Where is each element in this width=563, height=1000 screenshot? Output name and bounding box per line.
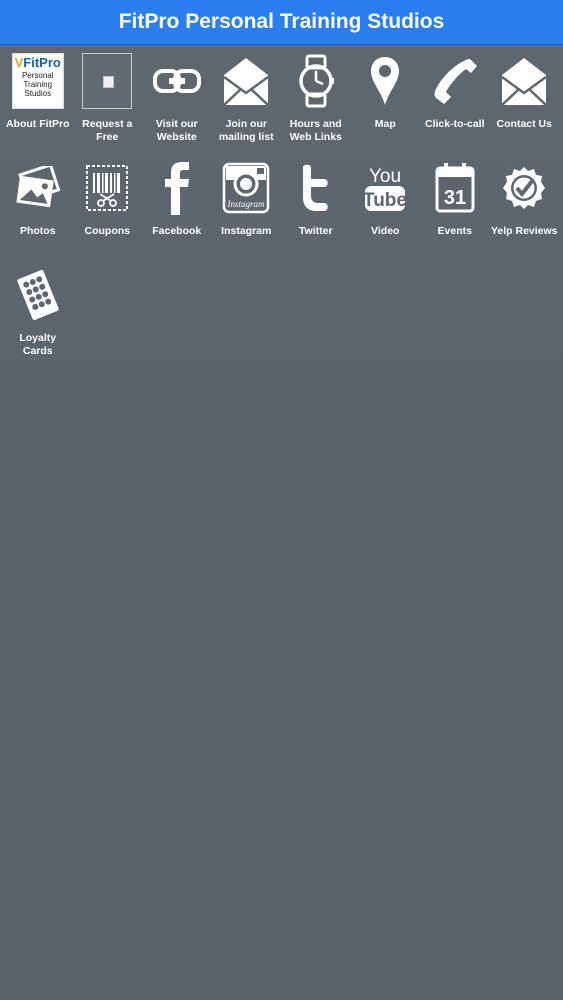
- tile-label: Coupons: [84, 225, 131, 237]
- twitter-icon: [289, 159, 343, 217]
- tile-coupons[interactable]: Coupons: [73, 159, 143, 266]
- envelope-icon: [219, 52, 273, 110]
- logo-sub-studios: Studios: [24, 89, 52, 98]
- tile-about-fitpro[interactable]: VFitPro Personal Training Studios About Fi…: [3, 52, 73, 159]
- tile-instagram[interactable]: Instagram Instagram: [212, 159, 282, 266]
- tile-label: Request a Free: [82, 118, 133, 143]
- tile-label: About FitPro: [5, 118, 70, 130]
- loyalty-card-icon: [11, 266, 65, 324]
- fitpro-logo-icon: VFitPro Personal Training Studios: [11, 52, 65, 110]
- tile-events[interactable]: 31 Events: [420, 159, 490, 266]
- tile-hours-links[interactable]: Hours and Web Links: [281, 52, 351, 159]
- calendar-icon: 31: [428, 159, 482, 217]
- tile-map[interactable]: Map: [351, 52, 421, 159]
- instagram-wordmark: Instagram: [227, 199, 266, 209]
- watch-icon: [289, 52, 343, 110]
- map-pin-icon: [358, 52, 412, 110]
- calendar-day: 31: [444, 187, 466, 209]
- tile-label: Instagram: [221, 225, 272, 237]
- instagram-icon: Instagram: [219, 159, 273, 217]
- tile-label: Photos: [19, 225, 56, 237]
- logo-sub-training: Training: [23, 80, 53, 89]
- tile-label: Map: [374, 118, 396, 130]
- tile-mailing-list[interactable]: Join our mailing list: [212, 52, 282, 159]
- tile-label: Facebook: [152, 225, 202, 237]
- tile-contact-us[interactable]: Contact Us: [490, 52, 560, 159]
- tile-label: Video: [371, 225, 400, 237]
- tile-video[interactable]: You Tube Video: [351, 159, 421, 266]
- tile-label: Events: [437, 225, 472, 237]
- tile-label: Click-to-call: [424, 118, 485, 130]
- tile-visit-website[interactable]: Visit our Website: [142, 52, 212, 159]
- tile-label: Yelp Reviews: [490, 225, 558, 237]
- tile-label: Visit our Website: [155, 118, 198, 143]
- app-title: FitPro Personal Training Studios: [118, 10, 445, 33]
- photos-icon: [11, 159, 65, 217]
- badge-check-icon: [497, 159, 551, 217]
- tile-request-free[interactable]: Request a Free: [73, 52, 143, 159]
- tile-label: Hours and Web Links: [289, 118, 342, 143]
- youtube-you: You: [369, 166, 401, 187]
- tile-label: Contact Us: [496, 118, 552, 130]
- coupon-icon: [80, 159, 134, 217]
- tile-yelp-reviews[interactable]: Yelp Reviews: [490, 159, 560, 266]
- phone-icon: [428, 52, 482, 110]
- app-header: FitPro Personal Training Studios: [0, 0, 563, 45]
- menu-grid: VFitPro Personal Training Studios About Fi…: [3, 52, 563, 373]
- logo-brand: FitPro: [23, 55, 61, 70]
- tile-click-to-call[interactable]: Click-to-call: [420, 52, 490, 159]
- tile-twitter[interactable]: Twitter: [281, 159, 351, 266]
- logo-sub-personal: Personal: [21, 71, 54, 80]
- tile-loyalty-cards[interactable]: Loyalty Cards: [3, 266, 73, 373]
- tile-label: Twitter: [298, 225, 333, 237]
- tile-facebook[interactable]: Facebook: [142, 159, 212, 266]
- youtube-tube: Tube: [363, 190, 407, 211]
- facebook-icon: [150, 159, 204, 217]
- tile-photos[interactable]: Photos: [3, 159, 73, 266]
- envelope-icon: [497, 52, 551, 110]
- youtube-icon: You Tube: [358, 159, 412, 217]
- tile-label: Join our mailing list: [218, 118, 274, 143]
- broken-image-icon: [80, 52, 134, 110]
- tile-label: Loyalty Cards: [19, 332, 57, 357]
- link-chain-icon: [150, 52, 204, 110]
